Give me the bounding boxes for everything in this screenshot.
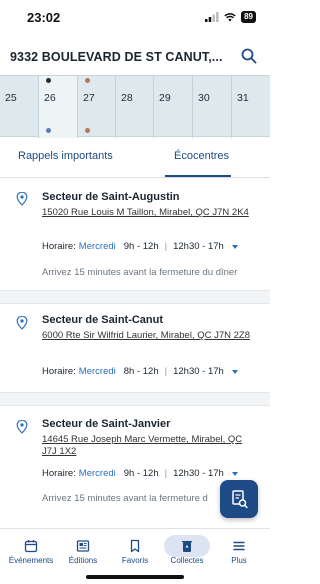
status-icons: 89 xyxy=(205,11,256,23)
calendar-day-number: 26 xyxy=(44,92,56,104)
active-tab-indicator xyxy=(165,175,231,177)
calendar-day-number: 30 xyxy=(198,92,210,104)
hours-label: Horaire: xyxy=(42,468,76,479)
calendar-day[interactable]: 29 xyxy=(153,76,192,138)
chevron-down-icon[interactable] xyxy=(231,369,238,374)
hours-label: Horaire: xyxy=(42,366,76,377)
calendar-day-number: 27 xyxy=(83,92,95,104)
bookmark-icon xyxy=(130,539,140,553)
chevron-down-icon[interactable] xyxy=(231,471,238,476)
document-search-icon xyxy=(232,490,248,509)
address-title[interactable]: 9332 BOULEVARD DE ST CANUT,... xyxy=(10,50,223,64)
calendar-day-number: 29 xyxy=(159,92,171,104)
calendar-day-number: 25 xyxy=(5,92,17,104)
location-pin-icon xyxy=(16,420,28,434)
hours-slot: 9h - 12h xyxy=(123,468,159,479)
collection-dot xyxy=(46,128,51,133)
divider: | xyxy=(164,468,168,479)
nav-label: Éditions xyxy=(68,556,98,565)
calendar-day[interactable]: 26 xyxy=(38,76,77,138)
ecocentre-address-link[interactable]: 15020 Rue Louis M Taillon, Mirabel, QC J… xyxy=(42,207,254,219)
ecocentre-title: Secteur de Saint-Janvier xyxy=(42,418,171,430)
collection-dot xyxy=(85,78,90,83)
calendar-day[interactable]: 31 xyxy=(231,76,270,138)
hours-slot: 12h30 - 17h xyxy=(173,241,224,252)
battery-indicator: 89 xyxy=(241,11,256,23)
divider: | xyxy=(164,366,168,377)
calendar-day[interactable]: 28 xyxy=(115,76,153,138)
hours-slot: 8h - 12h xyxy=(123,366,159,377)
ecocentre-note: Arrivez 15 minutes avant la fermeture d xyxy=(42,493,208,504)
map-search-button[interactable] xyxy=(220,480,258,518)
calendar-day-number: 31 xyxy=(237,92,249,104)
calendar-day[interactable]: 25 xyxy=(0,76,38,138)
calendar-icon xyxy=(24,540,38,553)
chevron-down-icon[interactable] xyxy=(231,244,238,249)
nav-collections[interactable]: Collectes xyxy=(160,535,214,565)
ecocentre-note: Arrivez 15 minutes avant la fermeture du… xyxy=(42,267,238,278)
ecocentre-address-link[interactable]: 6000 Rte Sir Wilfrid Laurier, Mirabel, Q… xyxy=(42,330,254,342)
signal-icon xyxy=(205,12,219,22)
hours-row[interactable]: Horaire: Mercredi 9h - 12h | 12h30 - 17h xyxy=(42,468,238,479)
ecocentre-card: Secteur de Saint-Augustin 15020 Rue Loui… xyxy=(0,178,270,290)
location-pin-icon xyxy=(16,316,28,330)
menu-icon xyxy=(233,541,245,551)
nav-label: Événements xyxy=(8,556,54,565)
hours-slot: 12h30 - 17h xyxy=(173,366,224,377)
nav-label: Favoris xyxy=(121,556,149,565)
collection-dot xyxy=(46,78,51,83)
tab-reminders[interactable]: Rappels importants xyxy=(18,150,113,162)
status-time: 23:02 xyxy=(27,10,61,25)
newspaper-icon xyxy=(76,540,90,552)
ecocentre-card: Secteur de Saint-Canut 6000 Rte Sir Wilf… xyxy=(0,304,270,400)
card-divider xyxy=(0,392,270,406)
hours-day: Mercredi xyxy=(78,366,116,377)
calendar-day-number: 28 xyxy=(121,92,133,104)
ecocentre-address-link[interactable]: 14645 Rue Joseph Marc Vermette, Mirabel,… xyxy=(42,434,254,458)
nav-editions[interactable]: Éditions xyxy=(56,535,110,565)
hours-day: Mercredi xyxy=(78,241,116,252)
recycling-bin-icon xyxy=(182,541,192,552)
card-divider xyxy=(0,290,270,304)
home-indicator xyxy=(86,575,184,579)
nav-events[interactable]: Événements xyxy=(4,535,58,565)
hours-slot: 9h - 12h xyxy=(123,241,159,252)
hours-day: Mercredi xyxy=(78,468,116,479)
nav-favorites[interactable]: Favoris xyxy=(108,535,162,565)
search-icon[interactable] xyxy=(240,47,258,65)
collection-dot xyxy=(85,128,90,133)
calendar-day[interactable]: 30 xyxy=(192,76,231,138)
wifi-icon xyxy=(224,13,236,22)
divider: | xyxy=(164,241,168,252)
location-pin-icon xyxy=(16,192,28,206)
nav-label: Collectes xyxy=(170,556,204,565)
hours-row[interactable]: Horaire: Mercredi 8h - 12h | 12h30 - 17h xyxy=(42,366,238,377)
nav-label: Plus xyxy=(231,556,247,565)
hours-slot: 12h30 - 17h xyxy=(173,468,224,479)
calendar-strip: 25 26 27 28 29 30 31 xyxy=(0,75,270,138)
ecocentre-title: Secteur de Saint-Augustin xyxy=(42,191,180,203)
ecocentre-title: Secteur de Saint-Canut xyxy=(42,314,164,326)
nav-more[interactable]: Plus xyxy=(212,535,266,565)
hours-row[interactable]: Horaire: Mercredi 9h - 12h | 12h30 - 17h xyxy=(42,241,238,252)
calendar-day[interactable]: 27 xyxy=(77,76,115,138)
status-bar: 23:02 89 xyxy=(0,0,270,34)
tab-bar: Rappels importants Écocentres xyxy=(0,138,270,178)
hours-label: Horaire: xyxy=(42,241,76,252)
tab-ecocentres[interactable]: Écocentres xyxy=(174,150,229,162)
